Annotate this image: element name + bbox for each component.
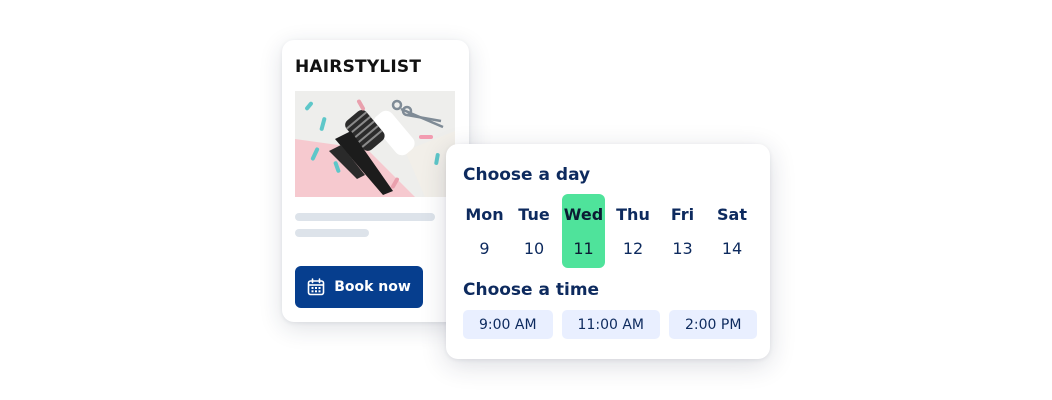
day-number: 12 bbox=[622, 239, 644, 258]
time-slot-button[interactable]: 2:00 PM bbox=[669, 310, 758, 339]
day-option-wed-selected[interactable]: Wed 11 bbox=[562, 194, 605, 268]
service-card: HAIRSTYLIST Book now bbox=[282, 40, 469, 322]
service-title: HAIRSTYLIST bbox=[295, 57, 422, 77]
day-number: 11 bbox=[573, 239, 594, 258]
day-option-thu[interactable]: Thu 12 bbox=[612, 194, 655, 268]
text-placeholder-line bbox=[295, 213, 435, 221]
hairstyling-tools-photo bbox=[295, 91, 455, 197]
book-now-button[interactable]: Book now bbox=[295, 266, 423, 308]
choose-time-heading: Choose a time bbox=[463, 280, 600, 300]
day-option-fri[interactable]: Fri 13 bbox=[661, 194, 704, 268]
day-name: Tue bbox=[518, 205, 550, 224]
booking-illustration: HAIRSTYLIST Book now Choose a day Mon 9 … bbox=[0, 0, 1052, 400]
choose-day-heading: Choose a day bbox=[463, 165, 591, 185]
day-name: Mon bbox=[465, 205, 504, 224]
day-name: Wed bbox=[563, 205, 604, 224]
day-name: Thu bbox=[616, 205, 650, 224]
day-picker: Mon 9 Tue 10 Wed 11 Thu 12 Fri 13 Sat 14 bbox=[463, 194, 760, 268]
day-name: Sat bbox=[717, 205, 747, 224]
day-name: Fri bbox=[670, 205, 695, 224]
time-slot-button[interactable]: 11:00 AM bbox=[561, 310, 660, 339]
booking-card: Choose a day Mon 9 Tue 10 Wed 11 Thu 12 … bbox=[446, 144, 770, 359]
time-picker: 9:00 AM 11:00 AM 2:00 PM bbox=[463, 310, 758, 339]
day-option-mon[interactable]: Mon 9 bbox=[463, 194, 506, 268]
day-number: 9 bbox=[479, 239, 490, 258]
text-placeholder-line bbox=[295, 229, 369, 237]
day-option-tue[interactable]: Tue 10 bbox=[513, 194, 556, 268]
day-number: 13 bbox=[672, 239, 693, 258]
day-number: 10 bbox=[523, 239, 545, 258]
book-now-label: Book now bbox=[334, 279, 411, 295]
day-option-sat[interactable]: Sat 14 bbox=[711, 194, 754, 268]
calendar-icon bbox=[307, 278, 325, 296]
day-number: 14 bbox=[721, 239, 743, 258]
time-slot-button[interactable]: 9:00 AM bbox=[463, 310, 553, 339]
